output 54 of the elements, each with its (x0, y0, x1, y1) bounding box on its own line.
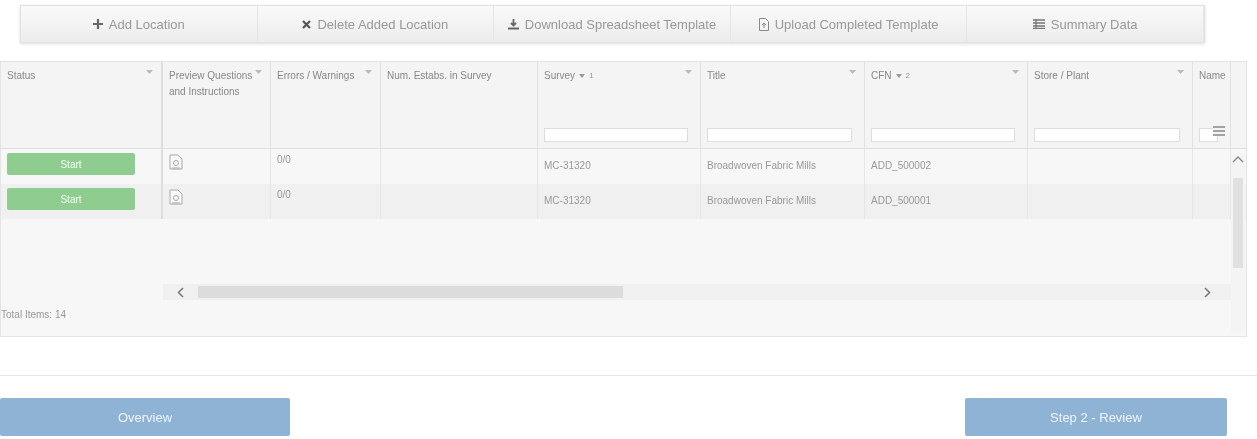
table-cell: MC-31320 (544, 160, 591, 171)
scroll-left-icon[interactable] (177, 286, 184, 298)
dropdown-icon[interactable] (365, 70, 372, 74)
toolbar-button[interactable]: Download Spreadsheet Template (494, 6, 731, 42)
column-header[interactable]: Status (7, 68, 36, 84)
sort-icon (579, 74, 586, 78)
column-header[interactable]: Preview Questions and Instructions (169, 68, 266, 100)
table-cell: Broadwoven Fabric Mills (707, 160, 816, 171)
scroll-up-icon[interactable] (1232, 156, 1244, 163)
column-header[interactable]: Errors / Warnings (277, 68, 355, 84)
close-icon (302, 19, 312, 29)
column-header[interactable]: Name (1199, 68, 1226, 84)
toolbar-button[interactable]: Delete Added Location (257, 6, 495, 42)
toolbar-button[interactable]: Upload Completed Template (730, 6, 968, 42)
table-cell: ADD_500002 (871, 160, 932, 171)
document-icon[interactable] (169, 154, 183, 170)
sort-priority: 2 (905, 70, 910, 82)
dropdown-icon[interactable] (849, 70, 856, 74)
dropdown-icon[interactable] (1012, 70, 1019, 74)
toolbar-button[interactable]: Add Location (21, 6, 258, 42)
overview-button[interactable]: Overview (0, 398, 290, 436)
total-items: Total Items: 14 (1, 309, 67, 320)
filter-field[interactable] (871, 128, 1015, 142)
sort-icon (895, 74, 902, 78)
dropdown-icon[interactable] (685, 70, 692, 74)
column-header[interactable]: Store / Plant (1034, 68, 1090, 84)
horizontal-scrollbar[interactable] (163, 284, 1231, 300)
column-header[interactable]: Survey (544, 68, 576, 84)
scroll-right-icon[interactable] (1204, 286, 1211, 298)
table-cell: ADD_500001 (871, 195, 932, 206)
dropdown-icon[interactable] (1177, 70, 1184, 74)
column-header[interactable]: Title (707, 68, 726, 84)
start-button[interactable]: Start (7, 153, 135, 175)
column-header[interactable]: Num. Estabs. in Survey (387, 68, 492, 84)
sort-priority: 1 (589, 70, 594, 82)
document-icon (758, 17, 769, 31)
menu-icon[interactable] (1213, 126, 1225, 136)
column-header[interactable]: CFN (871, 68, 892, 84)
filter-field[interactable] (1034, 128, 1180, 142)
dropdown-icon[interactable] (146, 70, 153, 74)
table-cell: 0/0 (277, 154, 291, 165)
next-step-button[interactable]: Step 2 - Review (965, 398, 1227, 436)
table-cell: MC-31320 (544, 195, 591, 206)
download-icon (507, 18, 519, 30)
table-icon (1032, 19, 1045, 29)
table-cell: Broadwoven Fabric Mills (707, 195, 816, 206)
document-icon[interactable] (169, 189, 183, 205)
plus-icon (92, 19, 103, 29)
table-cell: 0/0 (277, 189, 291, 200)
start-button[interactable]: Start (7, 188, 135, 210)
filter-field[interactable] (707, 128, 852, 142)
filter-field[interactable] (544, 128, 688, 142)
dropdown-icon[interactable] (255, 70, 262, 74)
toolbar-button[interactable]: Summary Data (967, 6, 1204, 42)
